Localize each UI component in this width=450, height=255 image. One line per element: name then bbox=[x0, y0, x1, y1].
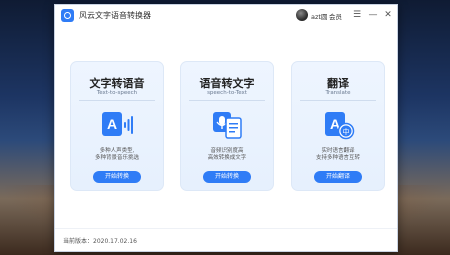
app-window: 风云文字语音转换器 azt圆 会员 ☰ — ✕ 文字转语音 Text-to-sp… bbox=[54, 4, 398, 252]
translate-icon: A 中 bbox=[325, 112, 355, 140]
card-description: 音频识别度高 高效转换成文字 bbox=[207, 148, 247, 161]
minimize-icon[interactable]: — bbox=[367, 9, 379, 21]
title-bar: 风云文字语音转换器 azt圆 会员 ☰ — ✕ bbox=[55, 5, 397, 27]
card-text-to-speech: 文字转语音 Text-to-speech A 多种人声类型, 多种背景音乐挑选 … bbox=[70, 61, 164, 191]
card-speech-to-text: 语音转文字 speech-to-Text 音频识别度高 高效转换成文字 开始转换 bbox=[180, 61, 274, 191]
footer: 当前版本：2020.17.02.16 bbox=[55, 228, 397, 251]
card-description: 多种人声类型, 多种背景音乐挑选 bbox=[94, 148, 139, 161]
close-icon[interactable]: ✕ bbox=[382, 9, 394, 21]
avatar[interactable] bbox=[296, 9, 308, 21]
card-description: 实时语言翻译 支持多种语言互转 bbox=[315, 148, 360, 161]
start-translate-button[interactable]: 开始翻译 bbox=[314, 171, 362, 183]
card-title: 文字转语音 bbox=[89, 77, 145, 90]
membership-label[interactable]: 会员 bbox=[329, 11, 342, 21]
card-translate: 翻译 Translate A 中 实时语言翻译 支持多种语言互转 开始翻译 bbox=[291, 61, 385, 191]
svg-text:中: 中 bbox=[343, 127, 350, 136]
card-subtitle: Text-to-speech bbox=[96, 90, 138, 96]
user-name[interactable]: azt圆 bbox=[311, 11, 327, 21]
main-content: 文字转语音 Text-to-speech A 多种人声类型, 多种背景音乐挑选 … bbox=[55, 27, 397, 229]
svg-text:A: A bbox=[107, 116, 117, 132]
speech-to-text-icon bbox=[213, 112, 242, 139]
app-logo-icon bbox=[61, 9, 74, 22]
card-divider bbox=[189, 100, 265, 101]
start-convert-button[interactable]: 开始转换 bbox=[93, 171, 141, 183]
app-title: 风云文字语音转换器 bbox=[79, 11, 151, 20]
card-divider bbox=[300, 100, 376, 101]
card-title: 翻译 bbox=[327, 77, 349, 90]
text-to-speech-icon: A bbox=[102, 112, 133, 136]
menu-icon[interactable]: ☰ bbox=[351, 9, 363, 21]
start-convert-button[interactable]: 开始转换 bbox=[203, 171, 251, 183]
card-title: 语音转文字 bbox=[199, 77, 255, 90]
version-label: 当前版本：2020.17.02.16 bbox=[63, 238, 137, 245]
card-subtitle: Translate bbox=[325, 90, 351, 96]
card-divider bbox=[79, 100, 155, 101]
card-subtitle: speech-to-Text bbox=[207, 90, 247, 96]
